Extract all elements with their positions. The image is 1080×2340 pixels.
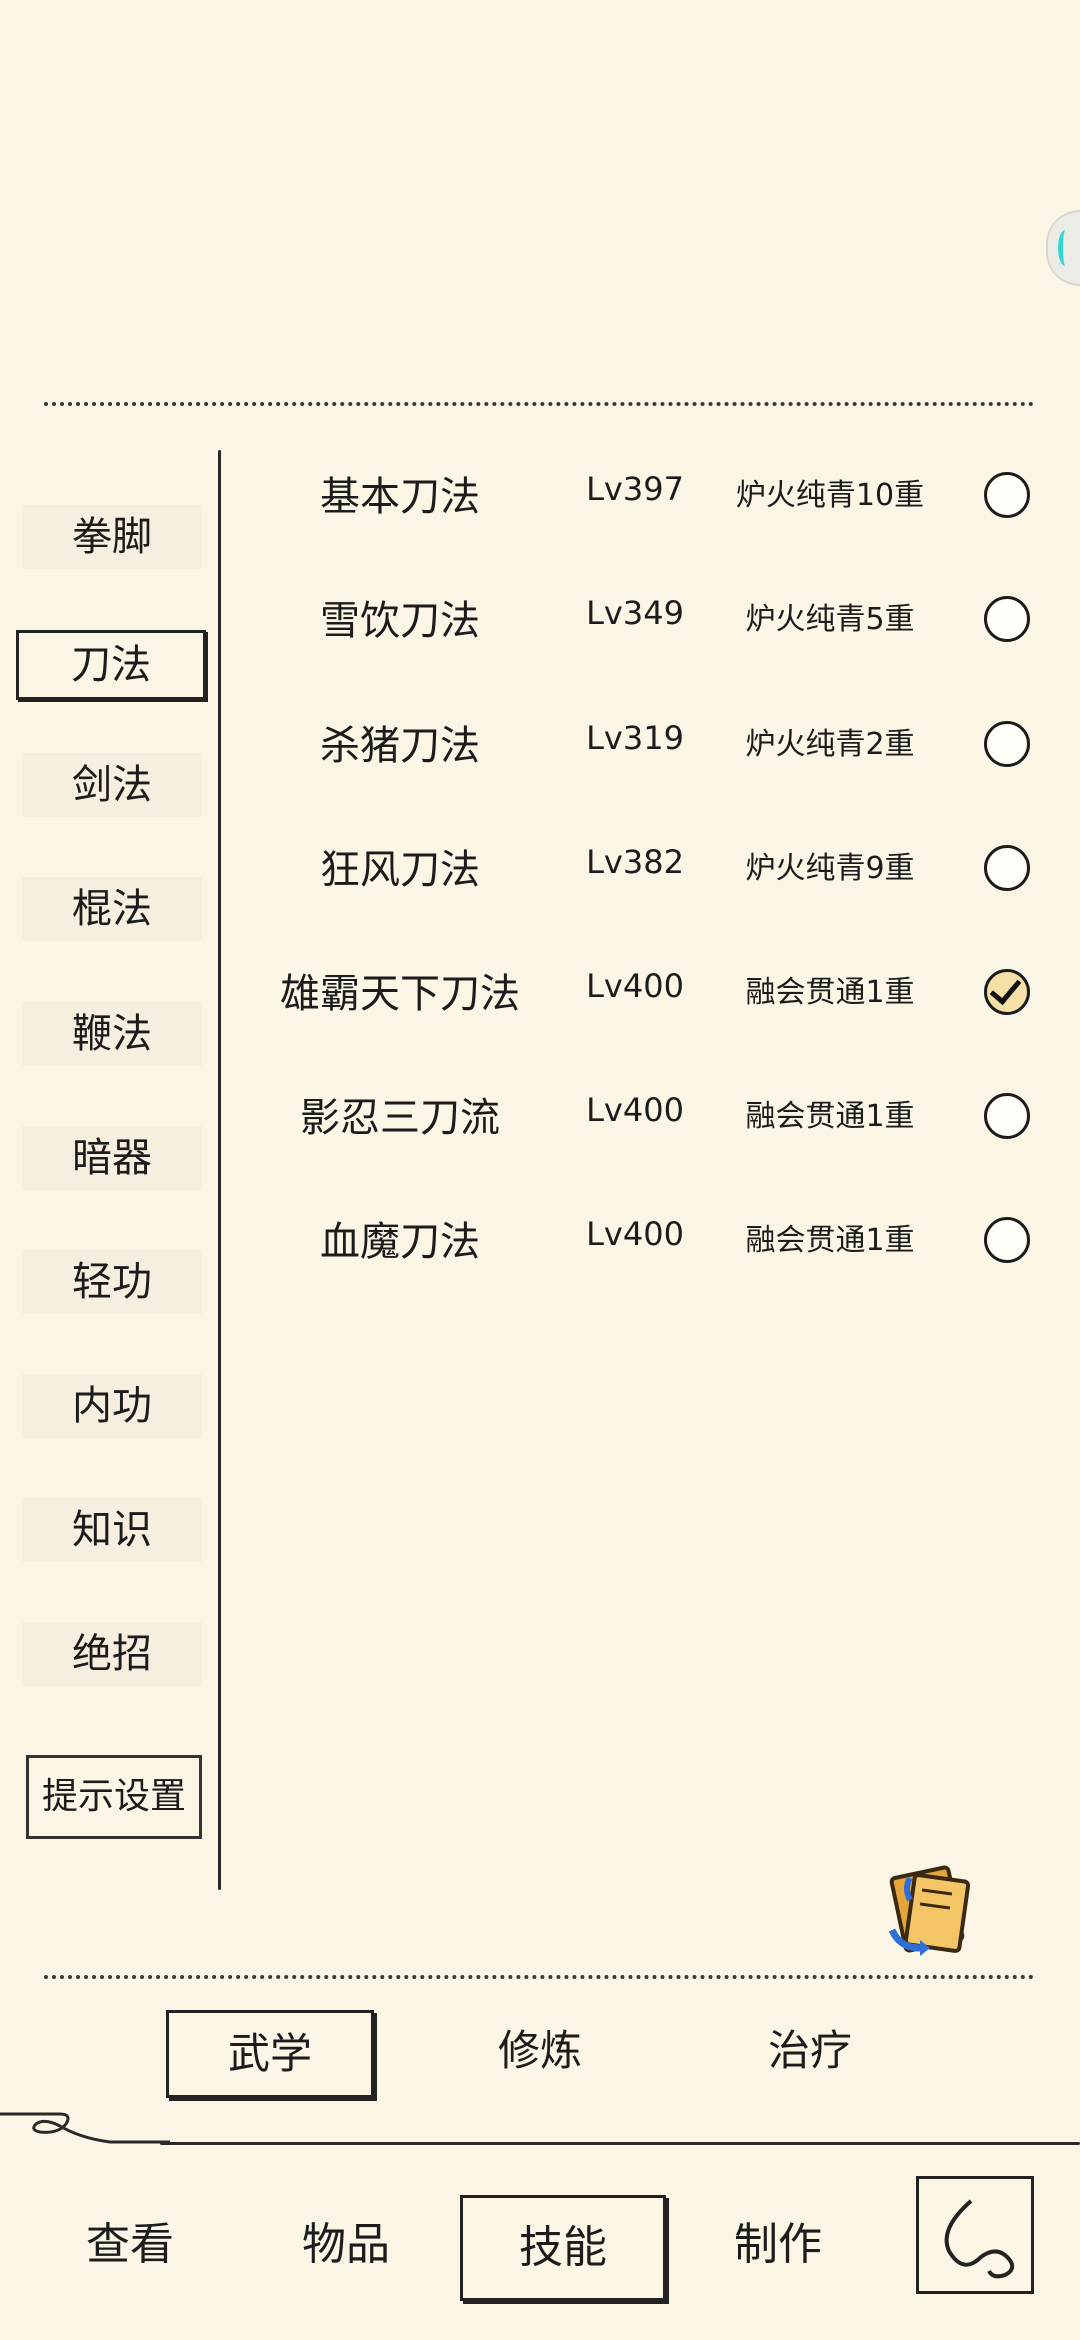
subtab-xiulian[interactable]: 修炼 — [440, 2010, 640, 2092]
skill-level: Lv382 — [586, 843, 684, 881]
category-anqi[interactable]: 暗器 — [22, 1126, 202, 1190]
subtab-wuxue[interactable]: 武学 — [166, 2010, 374, 2098]
skill-row[interactable]: 影忍三刀流 Lv400 融会贯通1重 — [240, 1073, 1040, 1153]
skill-rank: 炉火纯青10重 — [735, 478, 925, 513]
skill-row[interactable]: 雪饮刀法 Lv349 炉火纯青5重 — [240, 576, 1040, 656]
category-bianfa[interactable]: 鞭法 — [22, 1002, 202, 1066]
category-jianfa[interactable]: 剑法 — [22, 753, 202, 817]
skill-name: 血魔刀法 — [320, 1219, 480, 1265]
skill-name: 影忍三刀流 — [300, 1095, 500, 1141]
skill-level: Lv400 — [586, 1091, 684, 1129]
skill-row[interactable]: 血魔刀法 Lv400 融会贯通1重 — [240, 1197, 1040, 1277]
category-quanjiao[interactable]: 拳脚 — [22, 505, 202, 569]
nav-jineng[interactable]: 技能 — [460, 2195, 666, 2301]
skill-select-radio[interactable] — [984, 472, 1030, 518]
skill-rank: 炉火纯青2重 — [745, 727, 915, 762]
skill-row[interactable]: 杀猪刀法 Lv319 炉火纯青2重 — [240, 701, 1040, 781]
category-daofa[interactable]: 刀法 — [16, 630, 206, 700]
skill-name: 狂风刀法 — [320, 847, 480, 893]
skill-select-radio[interactable] — [984, 845, 1030, 891]
skill-select-radio[interactable] — [984, 1093, 1030, 1139]
brush-swirl-decoration — [0, 2112, 170, 2144]
skill-row[interactable]: 狂风刀法 Lv382 炉火纯青9重 — [240, 825, 1040, 905]
skill-rank: 融会贯通1重 — [745, 1223, 915, 1258]
skill-name: 雪饮刀法 — [320, 598, 480, 644]
skill-rank: 融会贯通1重 — [745, 975, 915, 1010]
back-button[interactable] — [916, 2176, 1034, 2294]
top-divider — [44, 402, 1034, 406]
nav-zhizuo[interactable]: 制作 — [708, 2195, 848, 2295]
nav-wupin[interactable]: 物品 — [276, 2195, 416, 2295]
skill-name: 雄霸天下刀法 — [280, 971, 520, 1017]
category-neigong[interactable]: 内功 — [22, 1374, 202, 1438]
skill-row[interactable]: 雄霸天下刀法 Lv400 融会贯通1重 — [240, 949, 1040, 1029]
book-swap-icon[interactable] — [880, 1860, 980, 1960]
category-zhishi[interactable]: 知识 — [22, 1498, 202, 1562]
skill-select-radio[interactable] — [984, 1217, 1030, 1263]
category-qinggong[interactable]: 轻功 — [22, 1250, 202, 1314]
skill-select-radio-checked[interactable] — [984, 969, 1030, 1015]
category-gunfa[interactable]: 棍法 — [22, 877, 202, 941]
skill-level: Lv400 — [586, 1215, 684, 1253]
lower-divider — [44, 1975, 1034, 1979]
side-handle-icon — [1058, 230, 1073, 266]
skill-name: 杀猪刀法 — [320, 723, 480, 769]
skill-level: Lv349 — [586, 594, 684, 632]
skill-rank: 炉火纯青9重 — [745, 851, 915, 886]
skill-select-radio[interactable] — [984, 596, 1030, 642]
category-juezhao[interactable]: 绝招 — [22, 1622, 202, 1686]
skill-level: Lv397 — [586, 470, 684, 508]
panel-separator — [218, 450, 221, 1890]
skill-rank: 融会贯通1重 — [745, 1099, 915, 1134]
hint-settings-button[interactable]: 提示设置 — [26, 1755, 202, 1839]
skill-select-radio[interactable] — [984, 721, 1030, 767]
skill-rank: 炉火纯青5重 — [745, 602, 915, 637]
side-drawer-handle[interactable] — [1046, 210, 1080, 286]
skill-level: Lv319 — [586, 719, 684, 757]
skill-level: Lv400 — [586, 967, 684, 1005]
back-icon — [944, 2199, 1015, 2279]
nav-chakan[interactable]: 查看 — [60, 2195, 200, 2295]
skill-row[interactable]: 基本刀法 Lv397 炉火纯青10重 — [240, 452, 1040, 532]
bottom-divider — [160, 2142, 1080, 2145]
subtab-zhiliao[interactable]: 治疗 — [710, 2010, 910, 2092]
skill-name: 基本刀法 — [320, 474, 480, 520]
